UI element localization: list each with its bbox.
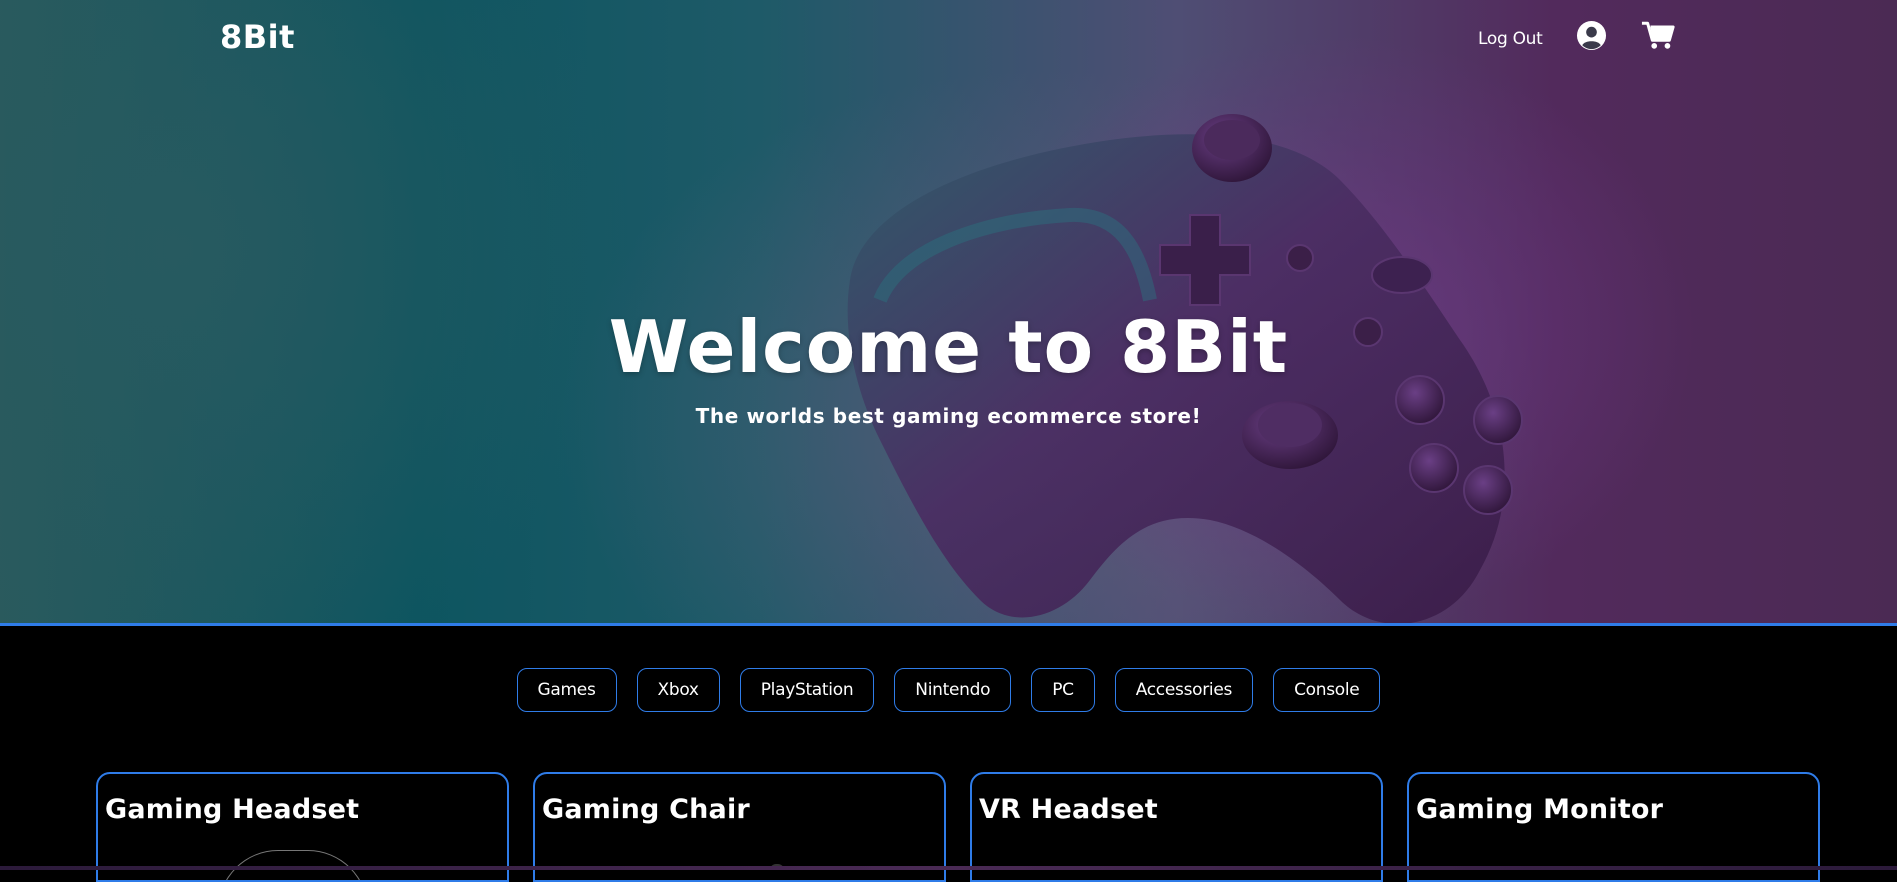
logout-link[interactable]: Log Out xyxy=(1478,29,1543,49)
category-games-button[interactable]: Games xyxy=(516,668,617,712)
category-console-button[interactable]: Console xyxy=(1273,668,1381,712)
category-pc-button[interactable]: PC xyxy=(1031,668,1095,712)
product-title: Gaming Headset xyxy=(105,794,360,825)
category-filter-bar: Games Xbox PlayStation Nintendo PC Acces… xyxy=(0,668,1897,712)
category-xbox-button[interactable]: Xbox xyxy=(636,668,720,712)
shopping-cart-icon[interactable] xyxy=(1641,20,1675,51)
hero-banner: 8Bit Log Out Welcome to 8Bit The worlds … xyxy=(0,0,1897,626)
footer-edge xyxy=(0,866,1897,870)
product-title: Gaming Chair xyxy=(542,794,750,825)
user-circle-icon[interactable] xyxy=(1576,20,1607,51)
category-accessories-button[interactable]: Accessories xyxy=(1114,668,1254,712)
product-grid: Gaming Headset Gaming Chair VR Headset G… xyxy=(0,772,1897,882)
category-nintendo-button[interactable]: Nintendo xyxy=(894,668,1012,712)
hero-subtitle: The worlds best gaming ecommerce store! xyxy=(695,404,1202,428)
product-title: VR Headset xyxy=(979,794,1158,825)
product-title: Gaming Monitor xyxy=(1416,794,1664,825)
hero-title: Welcome to 8Bit xyxy=(608,305,1289,389)
category-playstation-button[interactable]: PlayStation xyxy=(739,668,875,712)
site-logo[interactable]: 8Bit xyxy=(220,18,295,56)
